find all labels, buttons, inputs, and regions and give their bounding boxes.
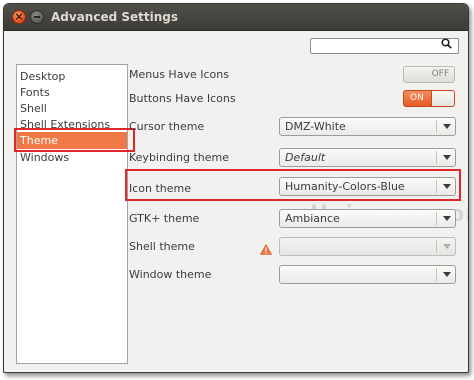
- chevron-down-icon: [443, 124, 451, 129]
- combo-separator: [436, 151, 437, 164]
- combo-separator: [436, 212, 437, 225]
- toggle-knob: [404, 67, 426, 82]
- gtk-theme-combo[interactable]: Ambiance: [279, 209, 456, 228]
- buttons-have-icons-label: Buttons Have Icons: [129, 92, 236, 105]
- window-title: Advanced Settings: [51, 10, 179, 24]
- keybinding-theme-combo[interactable]: Default: [279, 148, 456, 167]
- combo-separator: [436, 120, 437, 133]
- toggle-state-on: ON: [410, 93, 424, 103]
- chevron-down-icon: [443, 155, 451, 160]
- cursor-theme-label: Cursor theme: [129, 120, 205, 133]
- close-window-button[interactable]: ×: [12, 10, 26, 24]
- minimize-icon: [34, 16, 40, 18]
- combo-separator: [436, 240, 437, 253]
- search-icon[interactable]: [441, 38, 452, 52]
- keybinding-theme-label: Keybinding theme: [129, 151, 229, 164]
- cursor-theme-combo[interactable]: DMZ-White: [279, 117, 456, 136]
- shell-theme-label: Shell theme: [129, 240, 195, 253]
- toggle-knob: [431, 91, 454, 106]
- window-theme-combo[interactable]: [279, 265, 456, 284]
- gtk-theme-label: GTK+ theme: [129, 212, 200, 225]
- icon-theme-combo[interactable]: Humanity-Colors-Blue: [279, 177, 456, 196]
- icon-theme-label: Icon theme: [129, 182, 192, 195]
- gtk-theme-value: Ambiance: [285, 212, 340, 225]
- combo-separator: [436, 268, 437, 281]
- title-bar[interactable]: × Advanced Settings: [4, 4, 468, 31]
- buttons-have-icons-toggle[interactable]: ON: [403, 90, 455, 107]
- warning-icon: [259, 240, 273, 259]
- toggle-state-off: OFF: [431, 69, 449, 79]
- minimize-window-button[interactable]: [30, 10, 44, 24]
- sidebar-item-fonts[interactable]: Fonts: [17, 84, 127, 101]
- advanced-settings-window: × Advanced Settings Desktop Fonts Shell …: [3, 3, 469, 373]
- menus-have-icons-label: Menus Have Icons: [129, 68, 229, 81]
- chevron-down-icon: [443, 216, 451, 221]
- combo-separator: [436, 180, 437, 193]
- shell-theme-combo[interactable]: [279, 237, 456, 256]
- search-input[interactable]: [310, 38, 459, 54]
- sidebar-item-desktop[interactable]: Desktop: [17, 68, 127, 85]
- sidebar-item-shell[interactable]: Shell: [17, 100, 127, 117]
- close-icon: ×: [14, 10, 24, 23]
- keybinding-theme-value: Default: [285, 151, 326, 164]
- sidebar: Desktop Fonts Shell Shell Extensions The…: [16, 64, 128, 364]
- chevron-down-icon: [443, 184, 451, 189]
- chevron-down-icon: [443, 272, 451, 277]
- menus-have-icons-toggle[interactable]: OFF: [403, 66, 455, 83]
- chevron-down-icon: [443, 244, 451, 249]
- window-theme-label: Window theme: [129, 268, 212, 281]
- highlight-box-theme: [14, 128, 135, 152]
- cursor-theme-value: DMZ-White: [285, 120, 346, 133]
- icon-theme-value: Humanity-Colors-Blue: [285, 180, 405, 193]
